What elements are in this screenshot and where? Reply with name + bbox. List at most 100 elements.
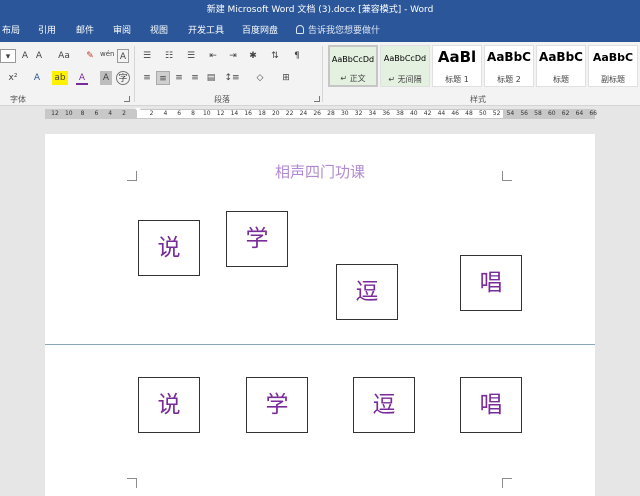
- style-heading-2[interactable]: AaBbC 标题 2: [484, 45, 534, 87]
- style-name: 副标题: [601, 75, 625, 84]
- line-spacing-icon[interactable]: ↕≡: [224, 71, 240, 85]
- ruler-tick: 20: [271, 110, 280, 117]
- justify-icon[interactable]: ≡: [188, 71, 202, 85]
- ruler-tick: 36: [382, 110, 390, 117]
- char-box-shuo[interactable]: 说: [138, 220, 200, 276]
- ruler-tick: 64: [575, 110, 584, 117]
- style-name: 标题 2: [497, 75, 521, 84]
- borders-icon[interactable]: ⊞: [278, 71, 294, 85]
- font-color-button[interactable]: A: [76, 71, 88, 85]
- ruler-tick: 22: [285, 110, 294, 117]
- styles-gallery: AaBbCcDd ↵ 正文 AaBbCcDd ↵ 无间隔 AaBl 标题 1 A…: [326, 45, 640, 91]
- font-dialog-launcher[interactable]: [124, 96, 130, 102]
- char-border-button[interactable]: A: [117, 49, 129, 63]
- margin-corner-mark: [127, 478, 137, 488]
- ruler-tick: 62: [561, 110, 570, 117]
- show-marks-icon[interactable]: ¶: [290, 49, 304, 63]
- font-size-dropdown[interactable]: ▾: [0, 49, 16, 63]
- ruler-tick: 38: [396, 110, 404, 117]
- grow-font-icon[interactable]: A: [20, 49, 30, 63]
- phonetic-guide-button[interactable]: wén: [100, 47, 114, 61]
- ruler-tick: 2: [149, 110, 154, 117]
- ruler-tick: 30: [340, 110, 349, 117]
- increase-indent-icon[interactable]: ⇥: [226, 49, 240, 63]
- shading-icon[interactable]: ◇: [252, 71, 268, 85]
- superscript-button[interactable]: x²: [6, 71, 20, 85]
- tab-view[interactable]: 视图: [150, 20, 168, 42]
- ruler-tick: 6: [94, 110, 99, 117]
- ruler-tick: 18: [258, 110, 266, 117]
- char-box-xue[interactable]: 学: [226, 211, 288, 267]
- paragraph-dialog-launcher[interactable]: [314, 96, 320, 102]
- tab-developer[interactable]: 开发工具: [188, 20, 224, 42]
- tab-baidu-netdisk[interactable]: 百度网盘: [242, 20, 278, 42]
- char-box-chang[interactable]: 唱: [460, 255, 522, 311]
- char-box-xue[interactable]: 学: [246, 377, 308, 433]
- tab-review[interactable]: 审阅: [113, 20, 131, 42]
- char-box-shuo[interactable]: 说: [138, 377, 200, 433]
- window-title: 新建 Microsoft Word 文档 (3).docx [兼容模式] - W…: [0, 0, 640, 20]
- document-title: 相声四门功课: [274, 163, 365, 181]
- char-box-dou[interactable]: 逗: [353, 377, 415, 433]
- numbering-icon[interactable]: ☷: [162, 49, 176, 63]
- clear-format-icon[interactable]: ✎: [84, 49, 96, 63]
- ruler-tick: 4: [108, 110, 113, 117]
- tell-me-box[interactable]: 告诉我您想要做什: [296, 20, 380, 42]
- ruler-tick: 4: [163, 110, 168, 117]
- indent-marker[interactable]: [135, 108, 142, 120]
- style-subtitle[interactable]: AaBbC 副标题: [588, 45, 638, 87]
- ruler-tick: 12: [51, 110, 59, 117]
- align-center-icon[interactable]: ≡: [156, 71, 170, 85]
- style-name: ↵ 无间隔: [388, 75, 422, 84]
- ruler-tick: 6: [177, 110, 182, 117]
- style-title[interactable]: AaBbC 标题: [536, 45, 586, 87]
- ruler-tick: 26: [313, 110, 321, 117]
- style-normal[interactable]: AaBbCcDd ↵ 正文: [328, 45, 378, 87]
- style-no-spacing[interactable]: AaBbCcDd ↵ 无间隔: [380, 45, 430, 87]
- sort-icon[interactable]: ⇅: [268, 49, 282, 63]
- ruler-tick: 2: [122, 110, 126, 117]
- style-sample: AaBbC: [539, 50, 583, 64]
- ruler-tick: 8: [80, 110, 85, 117]
- ruler-tick: 54: [506, 110, 515, 117]
- font-group-label: 字体: [10, 95, 26, 104]
- bullets-icon[interactable]: ☰: [140, 49, 154, 63]
- change-case-button[interactable]: Aa: [54, 49, 74, 63]
- ruler-tick: 16: [244, 110, 252, 117]
- ruler-tick: 10: [202, 110, 211, 117]
- char-shading-button[interactable]: A: [100, 71, 112, 85]
- multilevel-list-icon[interactable]: ☰: [184, 49, 198, 63]
- enclose-char-button[interactable]: 字: [116, 71, 130, 85]
- tab-mailings[interactable]: 邮件: [76, 20, 94, 42]
- char-box-chang[interactable]: 唱: [460, 377, 522, 433]
- tab-references[interactable]: 引用: [38, 20, 56, 42]
- highlight-button[interactable]: ab: [52, 71, 68, 85]
- char-box-dou[interactable]: 逗: [336, 264, 398, 320]
- align-right-icon[interactable]: ≡: [172, 71, 186, 85]
- ruler-tick: 60: [547, 110, 556, 117]
- chinese-layout-icon[interactable]: ✱: [246, 49, 260, 63]
- distributed-icon[interactable]: ▤: [204, 71, 218, 85]
- page-break-line: [45, 344, 595, 345]
- ruler-tick: 52: [492, 110, 501, 117]
- ruler-tick: 24: [299, 110, 308, 117]
- menu-bar: 布局 引用 邮件 审阅 视图 开发工具 百度网盘 告诉我您想要做什: [0, 20, 640, 42]
- align-left-icon[interactable]: ≡: [140, 71, 154, 85]
- ruler-tick: 58: [534, 110, 542, 117]
- horizontal-ruler[interactable]: 12 10 8 6 4 2 2 4 6 8 10 12 14 16 18 20 22 24 26 28 30 32 34 36…: [0, 107, 640, 121]
- page[interactable]: [45, 134, 595, 496]
- tab-layout[interactable]: 布局: [2, 20, 20, 42]
- text-effects-button[interactable]: A: [30, 71, 44, 85]
- decrease-indent-icon[interactable]: ⇤: [206, 49, 220, 63]
- style-name: ↵ 正文: [340, 74, 366, 83]
- style-heading-1[interactable]: AaBl 标题 1: [432, 45, 482, 87]
- style-name: 标题 1: [445, 75, 469, 84]
- margin-corner-mark: [502, 478, 512, 488]
- ribbon-separator: [322, 46, 323, 102]
- style-sample: AaBbCcDd: [331, 55, 375, 64]
- ruler-tick: 66: [589, 110, 597, 117]
- style-sample: AaBbCcDd: [383, 54, 427, 63]
- ruler-tick: 28: [327, 110, 335, 117]
- style-sample: AaBbC: [592, 51, 634, 64]
- shrink-font-icon[interactable]: A: [34, 49, 44, 63]
